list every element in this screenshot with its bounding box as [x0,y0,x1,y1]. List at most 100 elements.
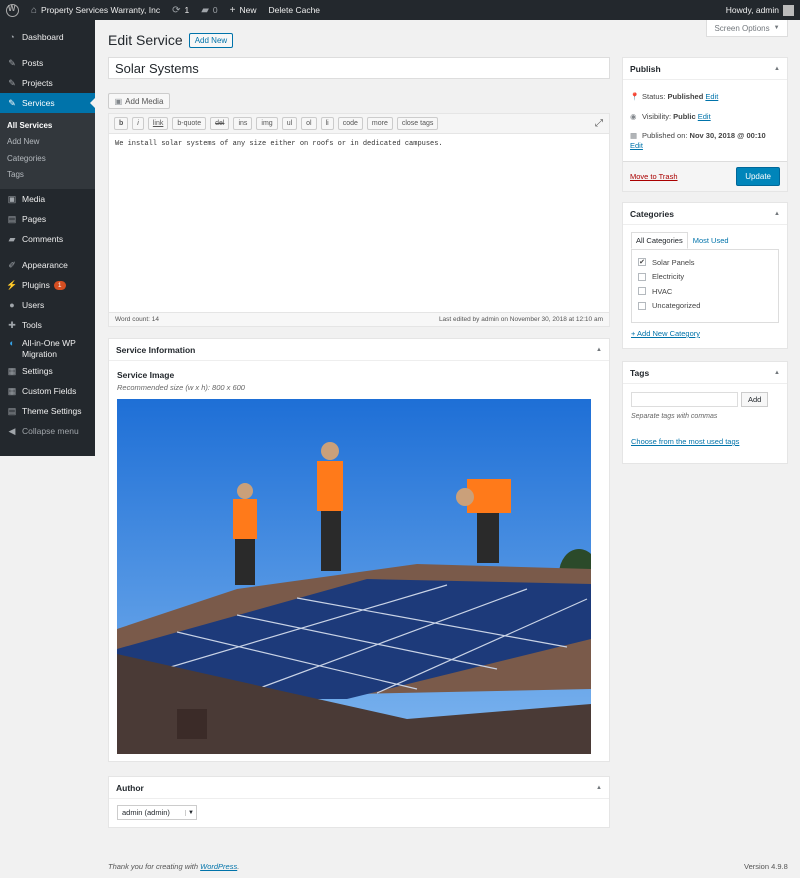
sidebar-item-media[interactable]: ▣ Media [0,189,95,209]
edit-visibility-link[interactable]: Edit [698,112,711,121]
category-item[interactable]: ✔ Solar Panels [638,255,772,270]
publish-visibility-row: ◉ Visibility: Public Edit [623,112,787,121]
sidebar-item-tools[interactable]: ✚ Tools [0,315,95,335]
postbox-header[interactable]: Author ▲ [109,777,609,799]
category-checkbox[interactable] [638,301,646,310]
screen-options-button[interactable]: Screen Options ▼ [706,20,788,37]
wordpress-link[interactable]: WordPress [200,862,237,871]
qt-ins-button[interactable]: ins [233,117,253,130]
pages-icon: ▤ [7,213,17,224]
plugins-update-badge: 1 [53,280,66,290]
category-item[interactable]: HVAC [638,284,772,299]
tab-all-categories[interactable]: All Categories [631,232,688,249]
category-checkbox[interactable] [638,287,646,296]
comments-link[interactable]: ▰ 0 [195,0,223,20]
qt-del-button[interactable]: del [210,117,230,130]
postbox-header[interactable]: Tags ▲ [623,362,787,384]
postbox-header[interactable]: Categories ▲ [623,203,787,225]
sidebar-item-custom-fields[interactable]: ▦ Custom Fields [0,381,95,401]
service-image[interactable] [117,399,591,754]
sidebar-item-appearance[interactable]: ✐ Appearance [0,255,95,275]
sidebar-item-services[interactable]: ✎ Services [0,93,95,113]
submenu-all-services[interactable]: All Services [0,117,95,134]
sidebar-item-comments[interactable]: ▰ Comments [0,229,95,249]
collapse-menu-button[interactable]: ◀ Collapse menu [0,421,95,441]
migration-label-line2: Migration [22,348,57,359]
media-icon: ▣ [114,96,123,106]
tag-hint: Separate tags with commas [631,413,718,420]
qt-link-button[interactable]: link [147,117,169,130]
qt-img-button[interactable]: img [256,117,278,130]
pushpin-icon: ✎ [8,97,16,108]
qt-ul-button[interactable]: ul [281,117,298,130]
qt-ol-button[interactable]: ol [301,117,317,130]
postbox-header[interactable]: Publish ▲ [623,58,787,80]
fullscreen-icon[interactable]: ⤢ [595,118,603,129]
tab-most-used[interactable]: Most Used [688,232,734,249]
postbox-header[interactable]: Service Information ▲ [109,339,609,361]
qt-blockquote-button[interactable]: b-quote [172,117,207,130]
collapse-toggle-icon[interactable]: ▲ [596,785,602,791]
qt-code-button[interactable]: code [337,117,363,130]
add-new-button[interactable]: Add New [188,32,234,48]
move-to-trash-link[interactable]: Move to Trash [630,172,678,181]
category-item[interactable]: Electricity [638,270,772,285]
site-name-link[interactable]: ⌂ Property Services Warranty, Inc [25,0,166,20]
qt-more-button[interactable]: more [366,117,393,130]
sidebar-item-dashboard[interactable]: ◔ Dashboard [0,27,95,47]
sidebar-item-settings[interactable]: ▦ Settings [0,361,95,381]
edit-date-link[interactable]: Edit [630,141,643,150]
service-image-description: Recommended size (w x h): 800 x 600 [117,383,245,392]
postbox-title: Publish [630,63,661,74]
sidebar-item-posts[interactable]: ✎ Posts [0,53,95,73]
collapse-toggle-icon[interactable]: ▲ [774,211,780,217]
author-selected-value: admin (admin) [122,808,170,817]
postbox-title: Tags [630,367,650,378]
submenu-categories[interactable]: Categories [0,150,95,167]
sidebar-label: All-in-One WP Migration [22,338,76,359]
edit-status-link[interactable]: Edit [705,92,718,101]
collapse-toggle-icon[interactable]: ▲ [774,66,780,72]
qt-li-button[interactable]: li [320,117,334,130]
submenu-tags[interactable]: Tags [0,167,95,184]
category-item[interactable]: Uncategorized [638,299,772,314]
sidebar-label: Projects [22,78,53,88]
updates-link[interactable]: ⟳ 1 [166,0,195,20]
sidebar-item-all-in-one-migration[interactable]: ◐ All-in-One WP Migration [0,335,95,361]
add-new-category-link[interactable]: + Add New Category [631,329,787,338]
add-tag-button[interactable]: Add [741,392,769,407]
sidebar-item-pages[interactable]: ▤ Pages [0,209,95,229]
category-checkbox[interactable] [638,272,646,281]
sidebar-item-projects[interactable]: ✎ Projects [0,73,95,93]
submenu-add-new[interactable]: Add New [0,134,95,151]
update-button[interactable]: Update [736,167,780,186]
page-title: Edit Service [108,32,183,48]
category-checkbox[interactable]: ✔ [638,258,646,267]
sidebar-item-plugins[interactable]: ⚡ Plugins 1 [0,275,95,295]
choose-most-used-tags-link[interactable]: Choose from the most used tags [631,437,787,446]
visibility-value: Public [673,112,696,121]
sidebar-item-theme-settings[interactable]: ▤ Theme Settings [0,401,95,421]
delete-cache-link[interactable]: Delete Cache [263,0,327,20]
my-account-menu[interactable]: Howdy, admin [720,0,800,20]
collapse-toggle-icon[interactable]: ▲ [596,347,602,353]
post-title-input[interactable] [108,57,610,79]
add-media-button[interactable]: ▣ Add Media [108,93,170,109]
author-select[interactable]: admin (admin) ▼ [117,805,197,820]
status-value: Published [667,92,704,101]
sidebar-label: Plugins [22,280,50,290]
add-media-label: Add Media [125,96,164,106]
tag-input[interactable] [631,392,738,407]
sidebar-item-users[interactable]: ● Users [0,295,95,315]
qt-bold-button[interactable]: b [114,117,129,130]
qt-close-tags-button[interactable]: close tags [396,117,439,130]
category-label: Solar Panels [652,257,695,267]
category-label: Uncategorized [652,301,701,311]
new-content-menu[interactable]: + New [224,0,263,20]
users-icon: ● [9,300,15,310]
editor-textarea[interactable]: We install solar systems of any size eit… [109,134,609,312]
custom-fields-icon: ▦ [7,385,17,396]
qt-italic-button[interactable]: i [132,117,144,130]
collapse-toggle-icon[interactable]: ▲ [774,370,780,376]
wp-logo-menu[interactable] [0,0,25,20]
